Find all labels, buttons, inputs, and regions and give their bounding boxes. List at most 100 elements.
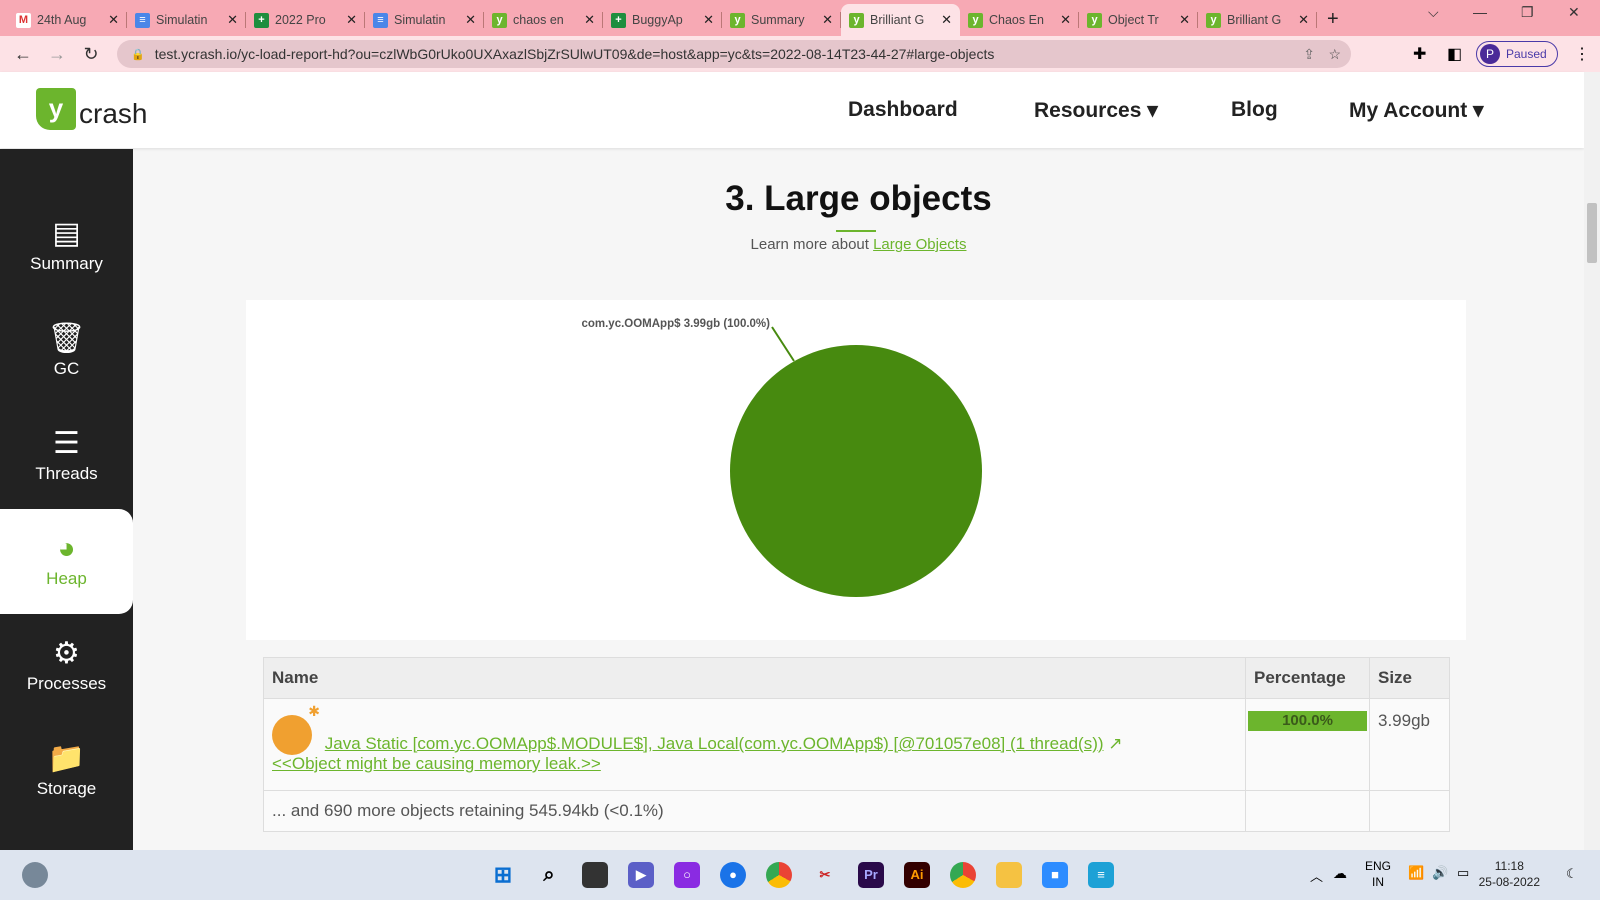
close-tab-icon[interactable]: ✕ (108, 12, 119, 28)
tab-title: 2022 Pro (275, 13, 326, 27)
onedrive-icon[interactable]: ☁ (1333, 865, 1347, 882)
profile-button[interactable]: P Paused (1476, 41, 1558, 67)
tab-title: chaos en (513, 13, 564, 27)
close-tab-icon[interactable]: ✕ (1179, 12, 1190, 28)
task-view-icon[interactable] (582, 862, 608, 888)
close-tab-icon[interactable]: ✕ (465, 12, 476, 28)
battery-icon[interactable]: ▭ (1457, 865, 1469, 881)
browser-tab[interactable]: y Chaos En ✕ (960, 4, 1079, 36)
url-input[interactable]: 🔒 test.ycrash.io/yc-load-report-hd?ou=cz… (117, 40, 1351, 68)
sheets-icon: + (254, 12, 269, 28)
close-tab-icon[interactable]: ✕ (1060, 12, 1071, 28)
sidebar-item-label: Processes (26, 674, 107, 693)
browser-tab[interactable]: y Brilliant G ✕ (841, 4, 960, 36)
start-icon[interactable]: ⊞ (490, 862, 516, 888)
clock[interactable]: 11:18 25-08-2022 (1479, 858, 1540, 890)
site-header: y crash Dashboard Resources ▾ Blog My Acc… (0, 72, 1584, 148)
threads-list-icon: ☰ (53, 427, 80, 460)
sidebar-item-heap[interactable]: ◕ Heap (0, 509, 133, 614)
close-tab-icon[interactable]: ✕ (822, 12, 833, 28)
page-scrollbar[interactable] (1584, 72, 1600, 850)
chrome-menu-icon[interactable]: ⋮ (1574, 44, 1590, 64)
maps-icon[interactable]: ● (720, 862, 746, 888)
bookmark-star-icon[interactable]: ☆ (1328, 46, 1341, 63)
browser-tab[interactable]: y Object Tr ✕ (1079, 4, 1198, 36)
large-objects-link[interactable]: Large Objects (873, 236, 966, 253)
col-size[interactable]: Size (1369, 657, 1450, 699)
app-icon[interactable]: ○ (674, 862, 700, 888)
col-name[interactable]: Name (263, 657, 1246, 699)
close-tab-icon[interactable]: ✕ (703, 12, 714, 28)
processes-icon: ⚙ (53, 637, 80, 670)
chrome-icon[interactable] (766, 862, 792, 888)
close-tab-icon[interactable]: ✕ (1298, 12, 1309, 28)
sidebar-item-summary[interactable]: ▤ Summary (0, 194, 133, 299)
col-percentage[interactable]: Percentage (1245, 657, 1370, 699)
gmail-icon: M (16, 12, 31, 28)
widgets-icon[interactable] (22, 862, 48, 888)
chrome-profile-icon[interactable] (950, 862, 976, 888)
browser-tab[interactable]: ≡ Simulatin ✕ (365, 4, 484, 36)
docs-icon: ≡ (135, 12, 150, 28)
back-icon[interactable]: ← (6, 44, 40, 65)
notepad-icon[interactable]: ≡ (1088, 862, 1114, 888)
restore-button[interactable]: ❐ (1521, 4, 1534, 21)
language-indicator[interactable]: ENG IN (1365, 858, 1391, 890)
object-link[interactable]: Java Static [com.yc.OOMApp$.MODULE$], Ja… (325, 734, 1104, 753)
tab-title: Object Tr (1108, 13, 1159, 27)
zoom-icon[interactable]: ■ (1042, 862, 1068, 888)
sheets-icon: + (611, 12, 626, 28)
nav-my-account[interactable]: My Account ▾ (1349, 98, 1484, 123)
browser-tab[interactable]: M 24th Aug ✕ (8, 4, 127, 36)
tray-chevron-icon[interactable]: ︿ (1310, 866, 1323, 885)
sidebar-item-gc[interactable]: 🗑 GC (0, 299, 133, 404)
pie-slice[interactable] (730, 345, 982, 597)
pie-svg: com.yc.OOMApp$ 3.99gb (100.0%) (581, 318, 982, 597)
sidebar-item-threads[interactable]: ☰ Threads (0, 404, 133, 509)
file-explorer-icon[interactable] (996, 862, 1022, 888)
illustrator-icon[interactable]: Ai (904, 862, 930, 888)
browser-tab[interactable]: + BuggyAp ✕ (603, 4, 722, 36)
tab-search-icon[interactable]: ⌵ (1428, 4, 1439, 21)
close-tab-icon[interactable]: ✕ (346, 12, 357, 28)
more-objects-text: ... and 690 more objects retaining 545.9… (263, 790, 1246, 832)
volume-icon[interactable]: 🔊 (1432, 865, 1448, 881)
forward-icon[interactable]: → (40, 44, 74, 65)
nav-blog[interactable]: Blog (1231, 98, 1278, 122)
browser-tab[interactable]: y Summary ✕ (722, 4, 841, 36)
new-tab-button[interactable]: + (1317, 4, 1349, 36)
heap-pie-icon: ◕ (57, 532, 76, 565)
empty-cell (1369, 790, 1450, 832)
nav-dashboard[interactable]: Dashboard (848, 98, 958, 122)
ycrash-logo[interactable]: y crash (36, 88, 147, 130)
browser-tab[interactable]: y chaos en ✕ (484, 4, 603, 36)
share-icon[interactable]: ⇪ (1303, 46, 1315, 63)
bomb-icon: ✱ (272, 703, 320, 755)
notifications-icon[interactable]: ☾ (1566, 866, 1578, 882)
external-link-icon[interactable]: ↗ (1108, 734, 1122, 753)
close-window-button[interactable]: ✕ (1568, 4, 1580, 21)
tab-title: Chaos En (989, 13, 1044, 27)
scrollbar-thumb[interactable] (1587, 203, 1597, 263)
extensions-icon[interactable]: ✚ (1413, 44, 1426, 64)
minimize-button[interactable]: — (1473, 4, 1487, 20)
close-tab-icon[interactable]: ✕ (941, 12, 952, 28)
premiere-pro-icon[interactable]: Pr (858, 862, 884, 888)
teams-icon[interactable]: ▶ (628, 862, 654, 888)
sidebar-item-storage[interactable]: 📁 Storage (0, 719, 133, 824)
memory-leak-link[interactable]: <<Object might be causing memory leak.>> (272, 754, 601, 773)
browser-tab[interactable]: +2022 Pro ✕ (246, 4, 365, 36)
nav-resources[interactable]: Resources ▾ (1034, 98, 1158, 123)
snipping-tool-icon[interactable]: ✂ (812, 862, 838, 888)
sidebar-item-processes[interactable]: ⚙ Processes (0, 614, 133, 719)
browser-tab[interactable]: ≡ Simulatin ✕ (127, 4, 246, 36)
logo-mark: y (36, 88, 76, 130)
reload-icon[interactable]: ↻ (74, 44, 108, 65)
side-panel-icon[interactable]: ◧ (1447, 44, 1462, 64)
percentage-cell: 100.0% (1245, 698, 1370, 791)
browser-tab[interactable]: y Brilliant G ✕ (1198, 4, 1317, 36)
search-icon[interactable]: ⌕ (536, 862, 562, 888)
close-tab-icon[interactable]: ✕ (584, 12, 595, 28)
close-tab-icon[interactable]: ✕ (227, 12, 238, 28)
wifi-icon[interactable]: 📶 (1408, 865, 1424, 881)
